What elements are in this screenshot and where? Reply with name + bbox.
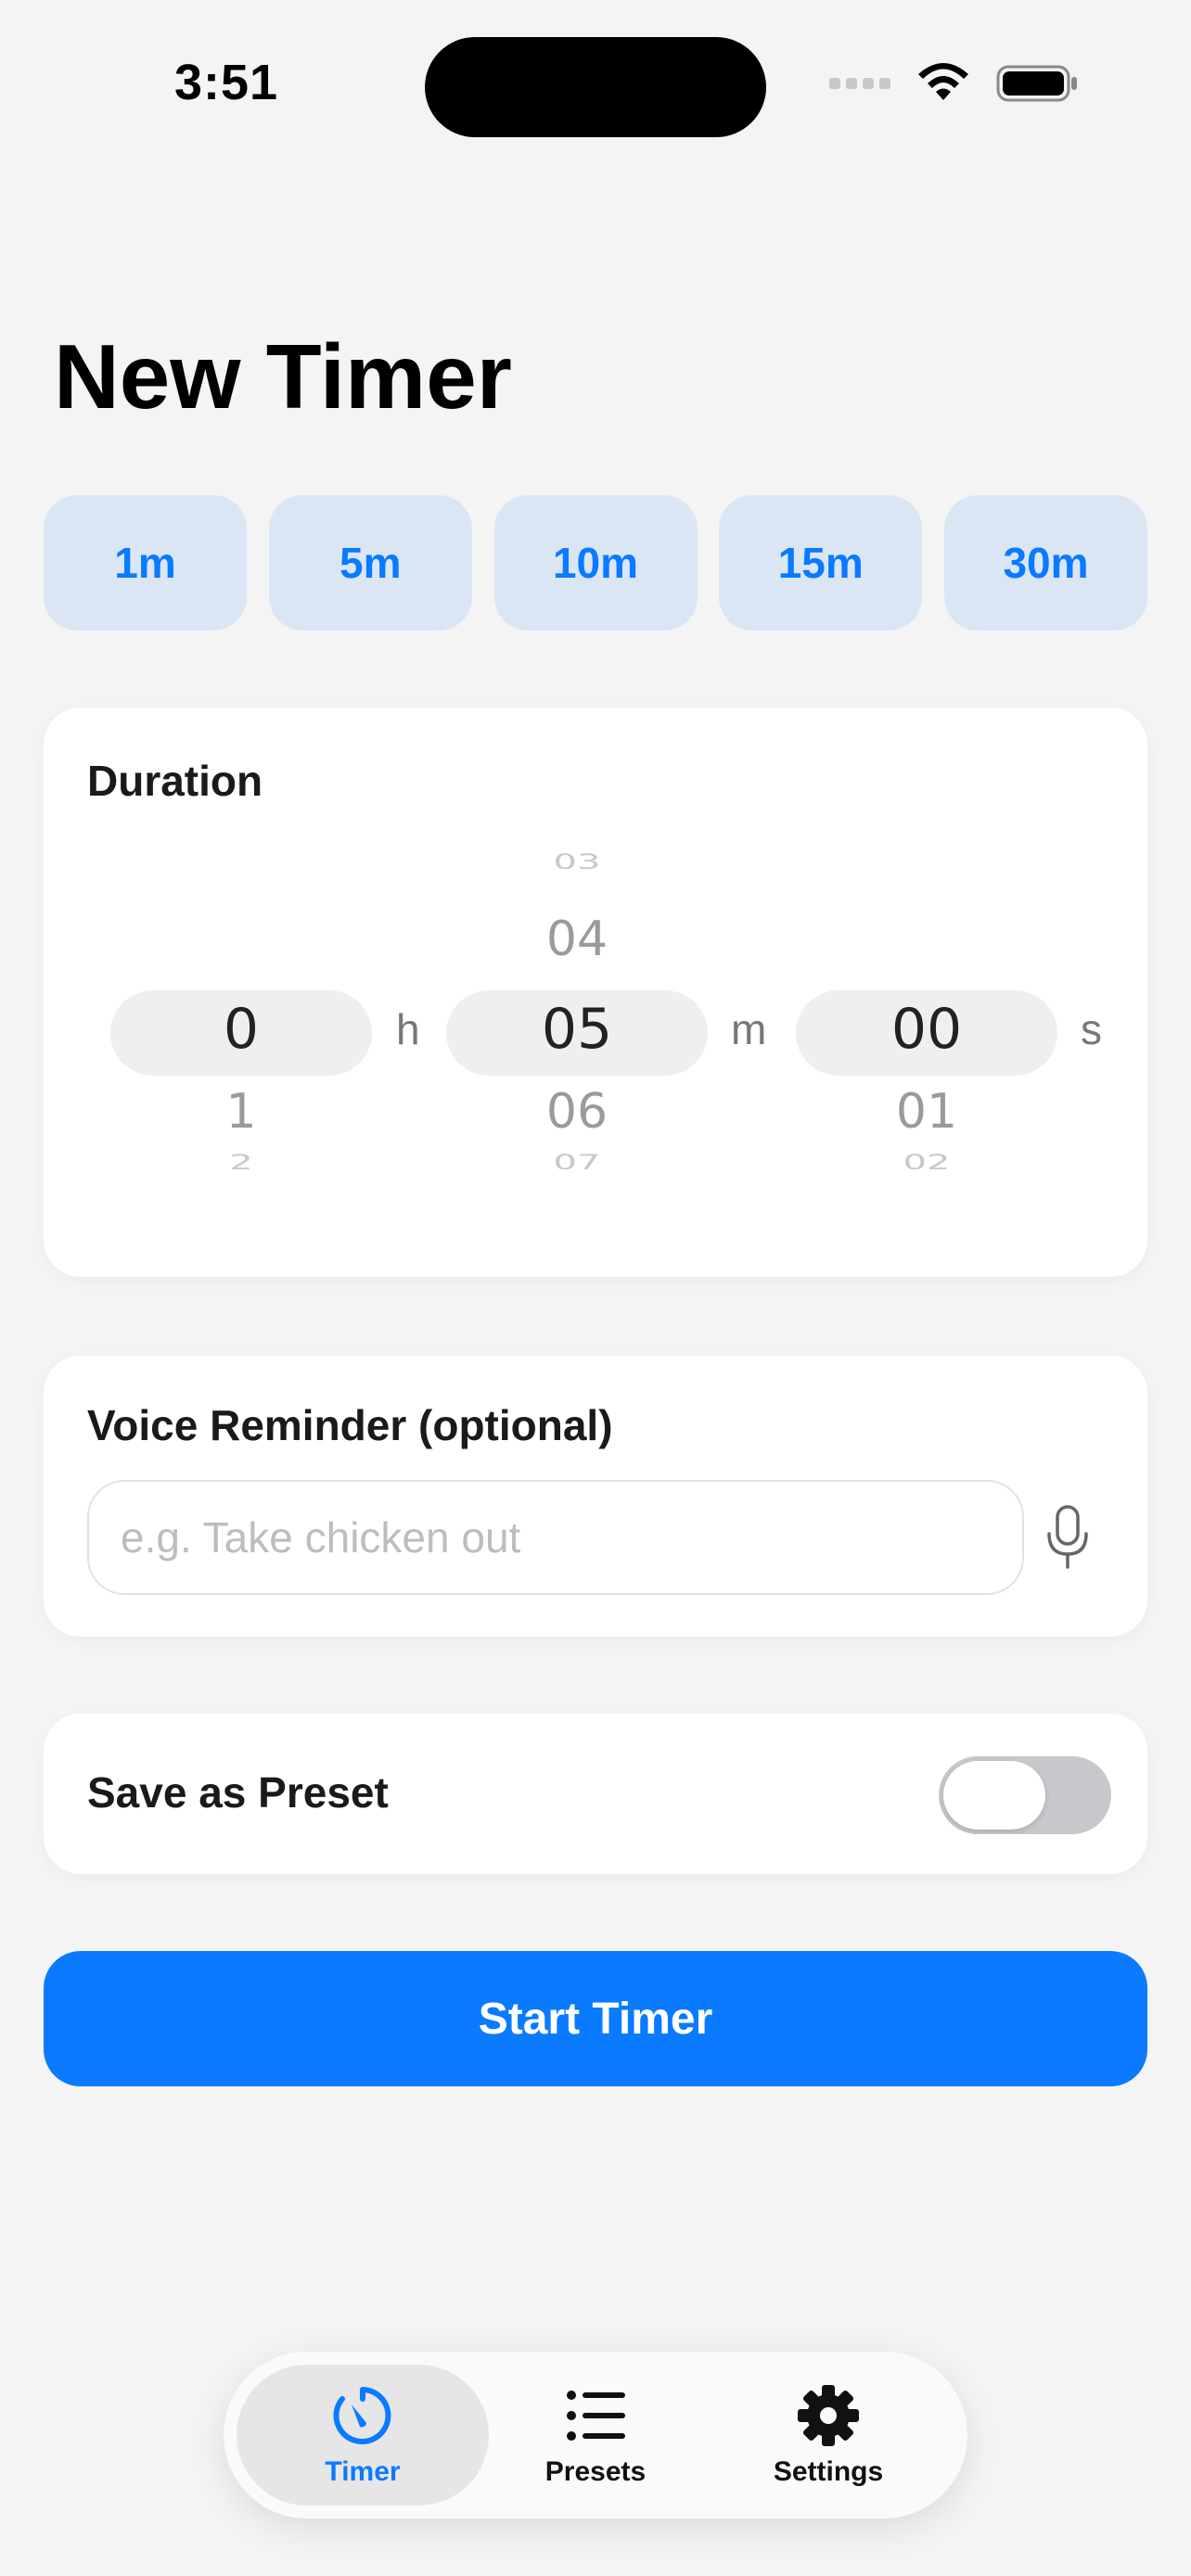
seconds-below-far: 02 — [903, 1151, 951, 1175]
duration-card: Duration 0 1 2 h 03 04 05 06 07 m 00 01 … — [44, 708, 1147, 1277]
tab-presets[interactable]: Presets — [469, 2365, 722, 2506]
voice-reminder-input[interactable] — [87, 1480, 1024, 1595]
save-preset-label: Save as Preset — [87, 1768, 389, 1817]
seconds-picker[interactable]: 00 01 02 — [834, 847, 1019, 1180]
battery-icon — [996, 65, 1077, 102]
status-bar: 3:51 — [0, 0, 1191, 176]
seconds-unit: s — [1081, 1005, 1102, 1053]
hours-selected: 0 — [223, 997, 260, 1062]
hours-unit: h — [396, 1005, 420, 1053]
quick-15m-button[interactable]: 15m — [719, 495, 923, 631]
minutes-unit: m — [731, 1005, 767, 1053]
duration-label: Duration — [87, 757, 263, 805]
quick-10m-button[interactable]: 10m — [493, 495, 698, 631]
quick-duration-row: 1m 5m 10m 15m 30m — [44, 495, 1147, 631]
tab-settings-label: Settings — [773, 2456, 884, 2487]
seconds-below: 01 — [895, 1084, 958, 1140]
minutes-selected: 05 — [541, 997, 613, 1062]
toggle-knob — [943, 1761, 1045, 1830]
hours-below: 1 — [225, 1084, 257, 1140]
dynamic-island — [425, 37, 766, 137]
save-preset-card: Save as Preset — [44, 1714, 1147, 1874]
hours-below-far: 2 — [229, 1151, 253, 1175]
gear-icon — [798, 2385, 859, 2446]
timer-icon — [333, 2387, 391, 2444]
voice-reminder-card: Voice Reminder (optional) — [44, 1356, 1147, 1637]
seconds-selected: 00 — [890, 997, 963, 1062]
quick-1m-button[interactable]: 1m — [44, 495, 247, 631]
tab-timer-label: Timer — [325, 2456, 401, 2487]
tab-settings[interactable]: Settings — [702, 2365, 954, 2506]
hours-picker[interactable]: 0 1 2 — [148, 847, 334, 1180]
save-preset-toggle[interactable] — [939, 1756, 1111, 1834]
wifi-icon — [918, 63, 968, 100]
status-icons — [829, 63, 1080, 104]
quick-5m-button[interactable]: 5m — [268, 495, 472, 631]
minutes-below-far: 07 — [553, 1151, 601, 1175]
start-timer-button[interactable]: Start Timer — [44, 1951, 1147, 2086]
quick-30m-button[interactable]: 30m — [944, 495, 1147, 631]
minutes-picker[interactable]: 03 04 05 06 07 — [484, 847, 670, 1180]
minutes-below: 06 — [545, 1084, 608, 1140]
tab-presets-label: Presets — [544, 2456, 647, 2487]
minutes-above: 04 — [545, 912, 608, 967]
voice-reminder-label: Voice Reminder (optional) — [87, 1401, 613, 1449]
minutes-above-far: 03 — [553, 850, 601, 874]
page-title: New Timer — [54, 325, 512, 427]
tab-timer[interactable]: Timer — [237, 2365, 489, 2506]
status-time: 3:51 — [174, 55, 279, 110]
list-icon — [567, 2391, 625, 2441]
tab-bar: Timer Presets Settings — [224, 2352, 967, 2519]
cellular-icon — [829, 78, 890, 89]
microphone-icon[interactable] — [1045, 1504, 1090, 1571]
